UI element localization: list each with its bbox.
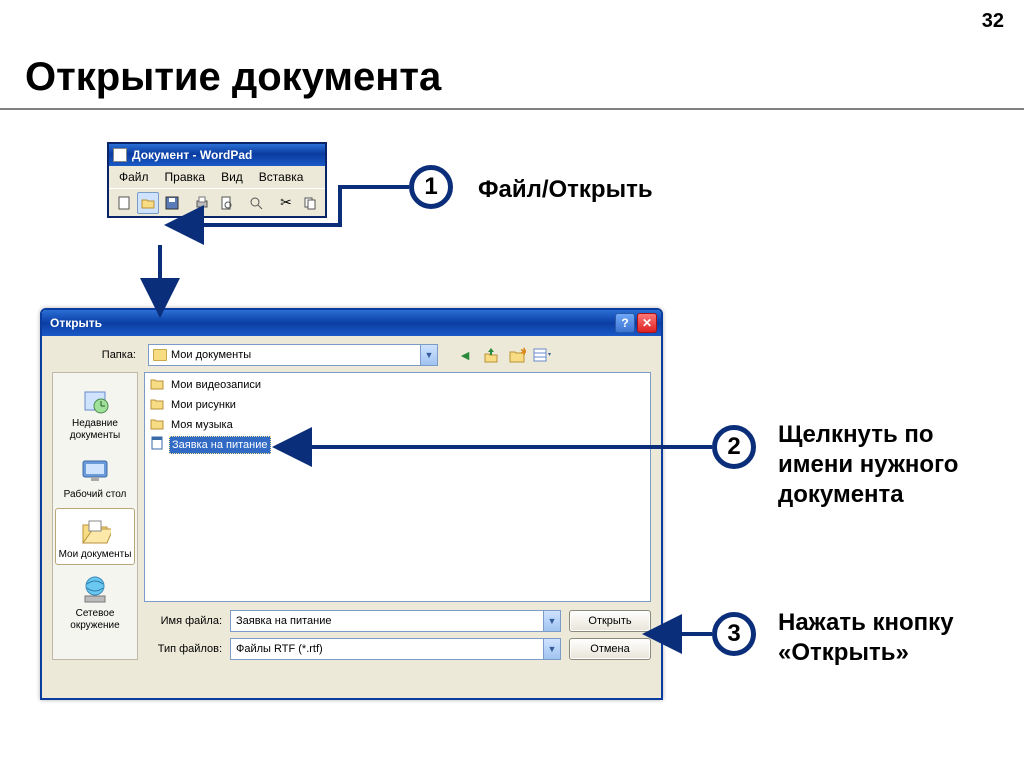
places-bar: Недавние документы Рабочий стол Мои доку…: [52, 372, 138, 660]
new-icon[interactable]: [113, 192, 135, 214]
document-icon: [113, 148, 127, 162]
file-list[interactable]: Мои видеозаписи Мои рисунки Моя музыка: [144, 372, 651, 602]
open-button[interactable]: Открыть: [569, 610, 651, 632]
folder-icon: [149, 376, 165, 394]
open-dialog-titlebar: Открыть ? ✕: [42, 310, 661, 336]
lookin-combo[interactable]: Мои документы ▼: [148, 344, 438, 366]
menu-edit[interactable]: Правка: [157, 168, 214, 186]
filename-field[interactable]: Заявка на питание ▼: [230, 610, 561, 632]
chevron-down-icon[interactable]: ▼: [543, 639, 560, 659]
new-folder-icon[interactable]: ✱: [506, 344, 528, 366]
place-label: Рабочий стол: [64, 489, 127, 501]
page-title: Открытие документа: [25, 55, 441, 100]
wordpad-title: Документ - WordPad: [132, 148, 252, 162]
back-icon[interactable]: ◄: [454, 344, 476, 366]
step-1-text: Файл/Открыть: [478, 175, 653, 205]
place-label: Мои документы: [59, 549, 132, 561]
svg-text:✱: ✱: [520, 347, 526, 358]
step-3-badge: 3: [712, 612, 756, 656]
desktop-icon: [79, 455, 111, 487]
step-3-text: Нажать кнопку «Открыть»: [778, 608, 998, 668]
views-icon[interactable]: [532, 344, 554, 366]
lookin-row: Папка: Мои документы ▼ ◄ ✱: [42, 336, 661, 372]
filetype-field[interactable]: Файлы RTF (*.rtf) ▼: [230, 638, 561, 660]
place-desktop[interactable]: Рабочий стол: [55, 448, 135, 506]
filename-label: Имя файла:: [144, 615, 222, 627]
open-dialog: Открыть ? ✕ Папка: Мои документы ▼ ◄ ✱: [40, 308, 663, 700]
folder-icon: [149, 396, 165, 414]
step-2-badge: 2: [712, 425, 756, 469]
step-2-text: Щелкнуть по имени нужного документа: [778, 420, 998, 510]
file-name: Мои видеозаписи: [169, 377, 263, 393]
place-label: Сетевое окружение: [58, 608, 132, 631]
recent-icon: [79, 384, 111, 416]
cancel-button[interactable]: Отмена: [569, 638, 651, 660]
chevron-down-icon[interactable]: ▼: [420, 345, 437, 365]
filename-value: Заявка на питание: [236, 615, 332, 627]
nav-icons: ◄ ✱: [454, 344, 554, 366]
help-button[interactable]: ?: [615, 313, 635, 333]
wordpad-toolbar: ✂: [109, 188, 325, 216]
title-rule: [0, 108, 1024, 110]
lookin-value: Мои документы: [171, 349, 251, 361]
file-name: Моя музыка: [169, 417, 235, 433]
print-icon[interactable]: [191, 192, 213, 214]
find-icon[interactable]: [245, 192, 267, 214]
step-1-badge: 1: [409, 165, 453, 209]
preview-icon[interactable]: [215, 192, 237, 214]
wordpad-window: Документ - WordPad Файл Правка Вид Встав…: [107, 142, 327, 218]
list-item[interactable]: Мои рисунки: [147, 395, 648, 415]
open-dialog-title: Открыть: [50, 316, 102, 330]
folder-icon: [149, 416, 165, 434]
filetype-label: Тип файлов:: [144, 643, 222, 655]
list-item[interactable]: Моя музыка: [147, 415, 648, 435]
place-label: Недавние документы: [58, 418, 132, 441]
menu-file[interactable]: Файл: [111, 168, 157, 186]
menu-view[interactable]: Вид: [213, 168, 251, 186]
cut-icon[interactable]: ✂: [275, 192, 297, 214]
close-button[interactable]: ✕: [637, 313, 657, 333]
place-network[interactable]: Сетевое окружение: [55, 567, 135, 636]
folder-icon: [153, 349, 167, 361]
document-icon: [149, 436, 165, 454]
save-icon[interactable]: [161, 192, 183, 214]
lookin-label: Папка:: [52, 349, 142, 361]
copy-icon[interactable]: [299, 192, 321, 214]
up-icon[interactable]: [480, 344, 502, 366]
page-number: 32: [982, 10, 1004, 33]
file-name: Заявка на питание: [169, 436, 271, 454]
wordpad-titlebar: Документ - WordPad: [109, 144, 325, 166]
network-icon: [79, 574, 111, 606]
filetype-value: Файлы RTF (*.rtf): [236, 643, 323, 655]
menu-insert[interactable]: Вставка: [251, 168, 312, 186]
list-item-selected[interactable]: Заявка на питание: [147, 435, 648, 455]
place-mydocs[interactable]: Мои документы: [55, 508, 135, 566]
open-icon[interactable]: [137, 192, 159, 214]
file-name: Мои рисунки: [169, 397, 238, 413]
place-recent[interactable]: Недавние документы: [55, 377, 135, 446]
mydocs-icon: [79, 515, 111, 547]
list-item[interactable]: Мои видеозаписи: [147, 375, 648, 395]
wordpad-menubar: Файл Правка Вид Вставка: [109, 166, 325, 188]
chevron-down-icon[interactable]: ▼: [543, 611, 560, 631]
